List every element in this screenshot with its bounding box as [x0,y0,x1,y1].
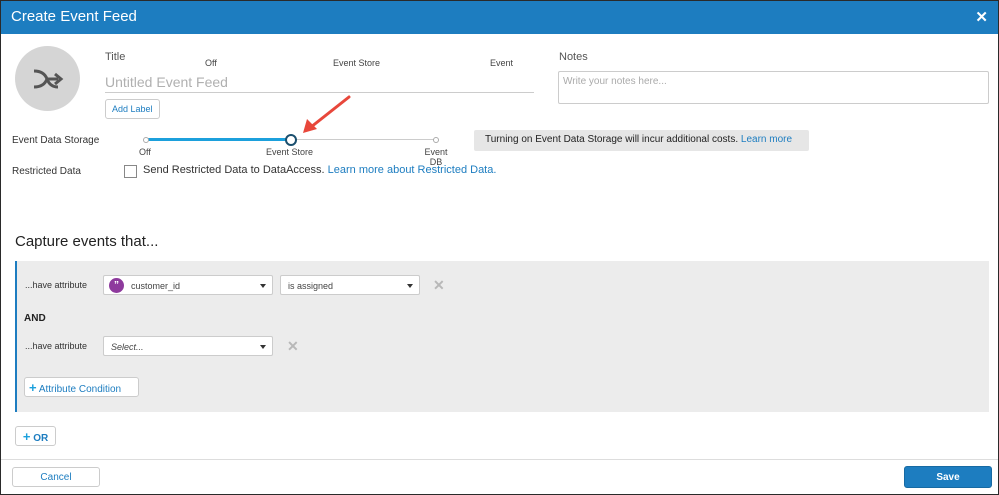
title-input[interactable] [105,71,534,93]
notes-textarea[interactable] [558,71,989,104]
footer-divider [1,459,998,460]
chevron-down-icon [407,284,413,288]
cancel-button[interactable]: Cancel [12,467,100,487]
condition-2-remove-icon[interactable]: ✕ [287,338,299,355]
restricted-data-checkbox[interactable] [124,165,137,178]
add-label-button[interactable]: Add Label [105,99,160,119]
or-label: OR [33,432,49,444]
condition-2-attribute-select[interactable]: Select... [103,336,273,356]
add-or-group-button[interactable]: + OR [15,426,56,446]
dialog-title: Create Event Feed [11,8,137,25]
storage-top-label-off: Off [205,58,217,68]
notes-label: Notes [559,51,588,63]
condition-1-attribute-value: customer_id [131,281,181,291]
create-event-feed-dialog: Create Event Feed ✕ Title Off Event Stor… [0,0,999,495]
slider-label-event-store: Event Store [266,147,314,157]
merge-arrows-icon [33,69,64,89]
annotation-arrow-icon [303,95,351,133]
slider-fill [146,138,291,141]
chevron-down-icon [260,284,266,288]
plus-icon: + [22,428,31,444]
save-button[interactable]: Save [904,466,992,488]
storage-top-label-event-store: Event Store [333,58,381,68]
chevron-down-icon [260,345,266,349]
learn-more-link[interactable]: Learn more [741,134,792,145]
condition-1-operator-select[interactable]: is assigned [280,275,420,295]
banner-text: Turning on Event Data Storage will incur… [485,134,739,145]
and-label: AND [24,313,46,324]
slider-stop-off[interactable] [143,137,149,143]
condition-1-label: ...have attribute [25,280,88,290]
restricted-data-text: Send Restricted Data to DataAccess. Lear… [143,164,496,176]
quote-attribute-icon: ” [109,278,124,293]
event-data-storage-slider[interactable] [143,134,439,146]
feed-avatar[interactable] [15,46,80,111]
add-attribute-condition-button[interactable]: + Attribute Condition [24,377,139,397]
event-data-storage-label: Event Data Storage [12,135,100,146]
restricted-data-label: Restricted Data [12,166,81,177]
restricted-data-description: Send Restricted Data to DataAccess. [143,164,325,176]
restricted-data-learn-more-link[interactable]: Learn more about Restricted Data. [328,164,497,176]
slider-knob[interactable] [285,134,297,146]
condition-1-attribute-select[interactable]: ” customer_id [103,275,273,295]
storage-top-label-event: Event [490,58,514,68]
title-label: Title [105,51,126,63]
slider-label-off: Off [139,147,151,157]
storage-cost-banner: Turning on Event Data Storage will incur… [474,130,809,151]
condition-1-operator-value: is assigned [288,281,334,291]
capture-heading: Capture events that... [15,233,159,250]
add-attribute-condition-label: Attribute Condition [38,383,122,395]
condition-1-remove-icon[interactable]: ✕ [433,277,445,294]
condition-2-attribute-placeholder: Select... [111,342,144,352]
close-icon[interactable]: ✕ [975,8,988,26]
dialog-titlebar: Create Event Feed ✕ [1,1,998,34]
condition-2-label: ...have attribute [25,341,88,351]
slider-stop-event-db[interactable] [433,137,439,143]
plus-icon: + [29,379,37,395]
